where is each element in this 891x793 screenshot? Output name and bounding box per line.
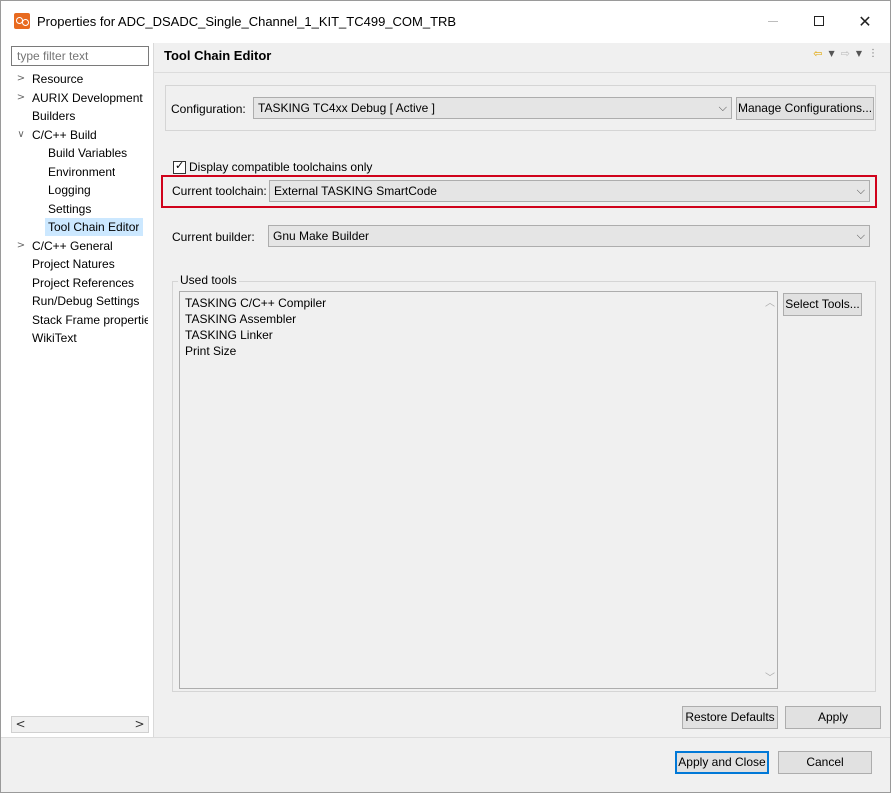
sidebar-item[interactable]: Builders (32, 107, 153, 125)
cancel-button[interactable]: Cancel (778, 751, 872, 774)
configuration-group: Configuration: TASKING TC4xx Debug [ Act… (165, 85, 876, 131)
current-builder-value: Gnu Make Builder (273, 229, 370, 243)
app-icon (14, 13, 30, 29)
chevron-right-icon[interactable]: > (15, 89, 27, 107)
list-item[interactable]: TASKING Linker (185, 327, 273, 343)
scroll-up-icon[interactable]: ︿ (765, 294, 775, 309)
current-toolchain-label: Current toolchain: (172, 184, 267, 198)
checkmark-icon: ✓ (175, 159, 185, 172)
minimize-icon (768, 20, 778, 22)
properties-dialog: Properties for ADC_DSADC_Single_Channel_… (0, 0, 891, 793)
current-builder-select[interactable]: Gnu Make Builder ⌵ (268, 225, 870, 247)
sidebar-item[interactable]: Stack Frame properties (32, 311, 153, 329)
sidebar-item[interactable]: Environment (48, 163, 153, 181)
restore-defaults-label: Restore Defaults (685, 710, 775, 724)
sidebar-item[interactable]: Project References (32, 274, 153, 292)
sidebar-item[interactable]: WikiText (32, 329, 153, 347)
apply-button[interactable]: Apply (785, 706, 881, 729)
sidebar: > Resource > AURIX Development Builders ∨ C/C+… (1, 43, 153, 737)
scroll-left-icon[interactable]: < (12, 717, 29, 732)
back-arrow-icon[interactable]: ⇦ (813, 47, 822, 60)
list-item[interactable]: Print Size (185, 343, 236, 359)
sidebar-item[interactable]: > Resource (17, 70, 153, 88)
sidebar-item-label: Project Natures (32, 257, 115, 271)
close-button[interactable]: ✕ (842, 1, 888, 41)
chevron-down-icon[interactable]: ∨ (15, 126, 27, 144)
sidebar-item-label: WikiText (32, 331, 77, 345)
select-tools-button[interactable]: Select Tools... (783, 293, 862, 316)
sidebar-horizontal-scrollbar[interactable]: < > (11, 716, 149, 733)
chevron-right-icon[interactable]: > (15, 70, 27, 88)
restore-defaults-button[interactable]: Restore Defaults (682, 706, 778, 729)
sidebar-item[interactable]: Build Variables (48, 144, 153, 162)
sidebar-item[interactable]: > AURIX Development (17, 89, 153, 107)
sidebar-item-label: Logging (48, 183, 91, 197)
list-item[interactable]: TASKING Assembler (185, 311, 296, 327)
title-separator (154, 72, 890, 73)
sidebar-item-label: Project References (32, 276, 135, 290)
sidebar-item-label: Tool Chain Editor (48, 220, 140, 234)
sidebar-item-label: C/C++ Build (32, 128, 97, 142)
sidebar-item-label: C/C++ General (32, 239, 113, 253)
apply-label: Apply (817, 710, 849, 724)
current-toolchain-value: External TASKING SmartCode (274, 184, 437, 198)
sidebar-item[interactable]: Tool Chain Editor (45, 218, 143, 236)
sidebar-item-label: Resource (32, 72, 84, 86)
sidebar-item[interactable]: Run/Debug Settings (32, 292, 153, 310)
window-title: Properties for ADC_DSADC_Single_Channel_… (37, 14, 457, 29)
sidebar-item-label: AURIX Development (32, 91, 143, 105)
sidebar-item[interactable]: > C/C++ General (17, 237, 153, 255)
navigation-toolbar: ⇦ ▼ ⇨ ▼ ⋮ (813, 45, 878, 61)
sidebar-item-label: Stack Frame properties (32, 313, 148, 327)
forward-menu-icon[interactable]: ▼ (856, 49, 862, 58)
sidebar-item[interactable]: Project Natures (32, 255, 153, 273)
title-bar: Properties for ADC_DSADC_Single_Channel_… (1, 1, 890, 43)
list-item[interactable]: TASKING C/C++ Compiler (185, 295, 326, 311)
sidebar-item[interactable]: ∨ C/C++ Build (17, 126, 153, 144)
maximize-button[interactable] (796, 1, 842, 41)
dialog-footer: Apply and Close Cancel (1, 737, 890, 792)
chevron-right-icon[interactable]: > (15, 237, 27, 255)
sidebar-item-label: Build Variables (48, 146, 128, 160)
used-tools-list[interactable]: TASKING C/C++ Compiler TASKING Assembler… (179, 291, 778, 689)
manage-configurations-button[interactable]: Manage Configurations... (736, 97, 874, 120)
current-builder-label: Current builder: (172, 230, 255, 244)
sidebar-item-label: Builders (32, 109, 76, 123)
maximize-icon (814, 16, 824, 26)
main-panel: Tool Chain Editor ⇦ ▼ ⇨ ▼ ⋮ Configuratio… (154, 43, 890, 737)
scroll-right-icon[interactable]: > (131, 717, 148, 732)
page-title: Tool Chain Editor (164, 48, 272, 63)
filter-input[interactable] (11, 46, 149, 66)
configuration-select[interactable]: TASKING TC4xx Debug [ Active ] ⌵ (253, 97, 732, 119)
sidebar-item-label: Settings (48, 202, 92, 216)
chevron-down-icon: ⌵ (718, 101, 727, 114)
configuration-value: TASKING TC4xx Debug [ Active ] (258, 101, 435, 115)
view-menu-icon[interactable]: ⋮ (868, 48, 878, 59)
apply-and-close-button[interactable]: Apply and Close (675, 751, 769, 774)
current-toolchain-select[interactable]: External TASKING SmartCode ⌵ (269, 180, 870, 202)
scroll-down-icon[interactable]: ﹀ (765, 669, 775, 684)
sidebar-item-label: Environment (48, 165, 116, 179)
display-compatible-label: Display compatible toolchains only (189, 160, 373, 174)
minimize-button[interactable] (750, 1, 796, 41)
close-icon: ✕ (858, 11, 872, 31)
used-tools-label: Used tools (178, 273, 239, 287)
forward-arrow-icon[interactable]: ⇨ (841, 47, 850, 60)
display-compatible-checkbox[interactable]: ✓ (173, 159, 186, 174)
back-menu-icon[interactable]: ▼ (828, 49, 834, 58)
sidebar-item-label: Run/Debug Settings (32, 294, 140, 308)
chevron-down-icon: ⌵ (856, 229, 865, 242)
sidebar-item[interactable]: Logging (48, 181, 153, 199)
configuration-label: Configuration: (171, 102, 246, 116)
sidebar-item[interactable]: Settings (48, 200, 153, 218)
chevron-down-icon: ⌵ (856, 184, 865, 197)
